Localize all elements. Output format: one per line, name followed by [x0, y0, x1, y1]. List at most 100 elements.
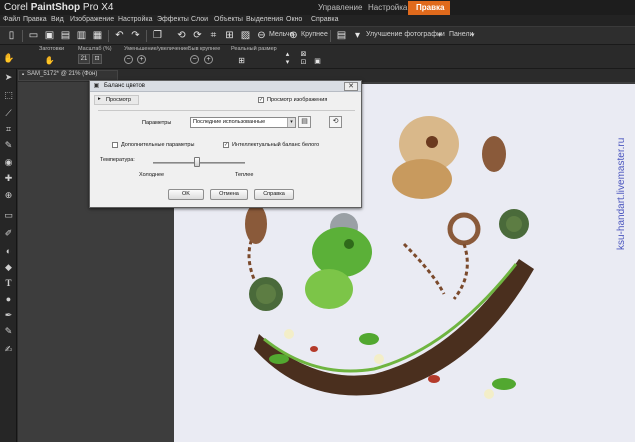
fill-tool-icon[interactable]: ◆: [3, 262, 14, 273]
save-icon[interactable]: ▣: [44, 30, 55, 41]
dropper-tool-icon[interactable]: ✎: [3, 140, 14, 151]
menu-view[interactable]: Вид: [51, 16, 64, 23]
toolbar-separator: [22, 30, 23, 42]
temperature-label: Температура:: [100, 157, 135, 163]
params-label: Параметры: [142, 120, 172, 126]
enhance-dropdown-icon[interactable]: ▾: [438, 31, 442, 39]
tab-edit[interactable]: Правка: [408, 1, 450, 15]
app-title: Corel PaintShop Pro X4: [4, 2, 114, 13]
preview-image-label: Просмотр изображения: [267, 97, 328, 103]
scale-label: Масштаб (%): [78, 46, 112, 52]
presets-label: Заготовки: [39, 46, 65, 52]
preview-toggle-label: Просмотр: [106, 97, 132, 103]
zoom-out-icon[interactable]: ⊖: [256, 30, 267, 41]
toolbar-separator: [146, 30, 147, 42]
dodge-tool-icon[interactable]: ◐: [3, 246, 14, 257]
temperature-slider-thumb[interactable]: [194, 157, 201, 167]
menu-layers[interactable]: Слои: [191, 16, 208, 23]
scale-fit-icon[interactable]: ⊡: [92, 54, 102, 64]
warmer-label: Теплее: [235, 172, 254, 178]
nav-down-icon[interactable]: ▾: [282, 57, 293, 68]
rotate-left-icon[interactable]: ⟲: [176, 30, 187, 41]
watermark-text: ksu-handart.livemaster.ru: [616, 137, 627, 250]
resize-icon[interactable]: ⊞: [224, 30, 235, 41]
toolbar-separator: [330, 30, 331, 42]
text-tool-icon[interactable]: T: [3, 278, 14, 289]
cancel-button[interactable]: Отмена: [210, 189, 248, 200]
menu-effects[interactable]: Эффекты: [157, 16, 189, 23]
paint-brush-tool-icon[interactable]: ✐: [3, 228, 14, 239]
pick-tool-icon[interactable]: ➤: [3, 72, 14, 83]
quick-zoom-out-button[interactable]: −: [190, 55, 199, 64]
histogram-icon[interactable]: ▨: [240, 30, 251, 41]
enhance-photo-menu[interactable]: Улучшение фотографии: [366, 31, 445, 38]
shape-tool-icon[interactable]: ●: [3, 294, 14, 305]
makeover-tool-icon[interactable]: ✚: [3, 173, 14, 184]
crop-tool-icon[interactable]: ⌗: [3, 124, 14, 135]
browse-icon[interactable]: ▦: [92, 30, 103, 41]
red-eye-tool-icon[interactable]: ◉: [3, 157, 14, 168]
menu-adjust[interactable]: Настройка: [118, 16, 152, 23]
divider: [98, 110, 355, 111]
redo-icon[interactable]: ↷: [130, 30, 141, 41]
advanced-label: Дополнительные параметры: [121, 142, 195, 148]
pen-tool-icon[interactable]: ✒: [3, 310, 14, 321]
reset-preset-icon[interactable]: ⟲: [329, 116, 342, 128]
quick-zoom-in-button[interactable]: +: [204, 55, 213, 64]
fit-image-icon[interactable]: ⊡: [298, 57, 309, 68]
zoom-in-button[interactable]: +: [137, 55, 146, 64]
menu-image[interactable]: Изображение: [70, 16, 114, 23]
layers-icon[interactable]: ▤: [336, 30, 347, 41]
selection-tool-icon[interactable]: ⬚: [3, 90, 14, 101]
zoom-in-icon[interactable]: ⊕: [288, 30, 299, 41]
panels-menu[interactable]: Панели: [449, 31, 473, 38]
dropdown-icon[interactable]: ▾: [352, 30, 363, 41]
preview-image-checkbox[interactable]: ✓: [258, 97, 264, 103]
new-file-icon[interactable]: ▯: [6, 30, 17, 41]
menu-file[interactable]: Файл: [3, 16, 20, 23]
close-button[interactable]: ✕: [344, 82, 358, 91]
zoom-label: Уменьшение/увеличение: [124, 46, 189, 52]
params-select-value: Последние использованные: [193, 119, 266, 125]
eraser-tool-icon[interactable]: ▭: [3, 210, 14, 221]
document-tab-label: SAM_5172* @ 21% (Фон): [27, 71, 98, 77]
advanced-checkbox[interactable]: [112, 142, 118, 148]
smart-white-balance-checkbox[interactable]: ✓: [223, 142, 229, 148]
scan-icon[interactable]: ▥: [76, 30, 87, 41]
menu-help[interactable]: Справка: [311, 16, 338, 23]
dialog-app-icon: ▣: [93, 83, 100, 89]
open-folder-icon[interactable]: ▭: [28, 30, 39, 41]
actual-size-icon[interactable]: ⊞: [236, 55, 247, 66]
crop-icon[interactable]: ⌗: [208, 30, 219, 41]
enlarge-button[interactable]: Крупнее: [301, 31, 328, 38]
warp-brush-tool-icon[interactable]: ✎: [3, 326, 14, 337]
chevron-right-icon: ▸: [98, 96, 101, 102]
scale-input[interactable]: 21: [78, 54, 90, 64]
menu-objects[interactable]: Объекты: [214, 16, 243, 23]
copy-icon[interactable]: ❐: [152, 30, 163, 41]
help-button[interactable]: Справка: [254, 189, 294, 200]
menu-edit[interactable]: Правка: [23, 16, 47, 23]
smart-white-balance-label: Интеллектуальный баланс белого: [232, 142, 320, 148]
rotate-right-icon[interactable]: ⟳: [192, 30, 203, 41]
panels-dropdown-icon[interactable]: ▾: [471, 31, 475, 39]
menu-window[interactable]: Окно: [286, 16, 302, 23]
document-icon: ▪: [21, 72, 25, 78]
quick-zoom-label: Быв крупнее: [188, 46, 221, 52]
overview-icon[interactable]: ▣: [312, 56, 323, 67]
toolbar-separator: [108, 30, 109, 42]
zoom-out-button[interactable]: −: [124, 55, 133, 64]
menu-selections[interactable]: Выделения: [246, 16, 283, 23]
print-icon[interactable]: ▤: [60, 30, 71, 41]
ok-button[interactable]: OK: [168, 189, 204, 200]
chevron-down-icon[interactable]: ▾: [287, 118, 295, 127]
straighten-tool-icon[interactable]: ⟋: [3, 108, 14, 119]
pan-tool-icon[interactable]: ✋: [3, 53, 14, 64]
save-preset-icon[interactable]: ▤: [298, 116, 311, 128]
hand-preset-icon[interactable]: ✋: [44, 55, 55, 66]
clone-tool-icon[interactable]: ⊕: [3, 190, 14, 201]
actual-size-label: Реальный размер: [231, 46, 277, 52]
colder-label: Холоднее: [139, 172, 165, 178]
smudge-tool-icon[interactable]: ✍: [3, 344, 14, 355]
undo-icon[interactable]: ↶: [114, 30, 125, 41]
